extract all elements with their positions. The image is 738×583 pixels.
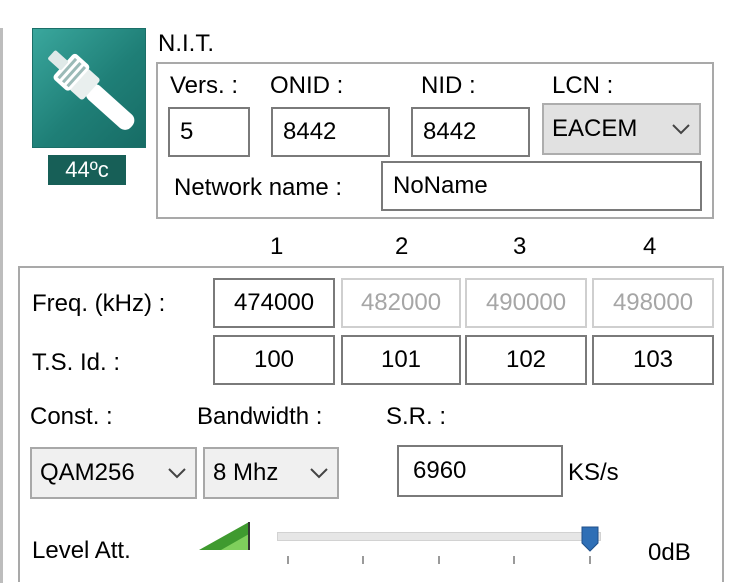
const-label: Const. : [30,403,113,430]
panel-left-border [0,28,3,583]
chevron-down-icon [168,468,186,479]
tsid-field-2[interactable]: 101 [341,335,461,385]
lcn-select[interactable]: EACEM [542,103,701,155]
lcn-label: LCN : [552,72,614,99]
bandwidth-label: Bandwidth : [197,403,323,430]
vers-label: Vers. : [170,72,239,99]
tsid-field-4[interactable]: 103 [592,335,714,385]
const-select-value: QAM256 [40,459,135,486]
network-name-field[interactable]: NoName [381,161,702,211]
freq-field-3[interactable]: 490000 [465,278,587,328]
sr-label: S.R. : [386,403,447,430]
tsid-field-3[interactable]: 102 [465,335,587,385]
bandwidth-select-value: 8 Mhz [213,459,279,486]
signal-level-icon [197,520,251,552]
nid-label: NID : [421,72,476,99]
symbol-rate-field[interactable]: 6960 [397,445,563,497]
slider-tick [287,556,289,564]
column-header-3: 3 [513,233,527,260]
level-att-slider-thumb[interactable] [581,526,599,552]
freq-label: Freq. (kHz) : [32,290,166,317]
network-name-label: Network name : [174,174,343,201]
lcn-select-value: EACEM [552,115,638,142]
slider-tick [362,556,364,564]
symbol-rate-unit: KS/s [568,459,619,486]
chevron-down-icon [310,468,328,479]
freq-field-2[interactable]: 482000 [341,278,461,328]
level-att-slider-track[interactable] [277,532,601,541]
nid-field[interactable]: 8442 [411,107,530,157]
chevron-down-icon [672,124,690,135]
temperature-badge: 44ºc [48,155,126,185]
coax-connector-icon [32,28,146,148]
column-header-1: 1 [270,233,284,260]
column-header-4: 4 [643,233,657,260]
tsid-label: T.S. Id. : [32,349,121,376]
slider-tick [513,556,515,564]
level-att-value: 0dB [648,539,691,566]
bandwidth-select[interactable]: 8 Mhz [203,447,339,499]
onid-label: ONID : [270,72,344,99]
const-select[interactable]: QAM256 [30,447,197,499]
column-header-2: 2 [395,233,409,260]
slider-tick [438,556,440,564]
slider-tick [589,556,591,564]
onid-field[interactable]: 8442 [271,107,390,157]
level-att-label: Level Att. [32,537,131,564]
tsid-field-1[interactable]: 100 [213,335,335,385]
freq-field-1[interactable]: 474000 [213,278,335,328]
nit-title: N.I.T. [158,30,215,57]
freq-field-4[interactable]: 498000 [592,278,714,328]
vers-field[interactable]: 5 [168,107,250,157]
